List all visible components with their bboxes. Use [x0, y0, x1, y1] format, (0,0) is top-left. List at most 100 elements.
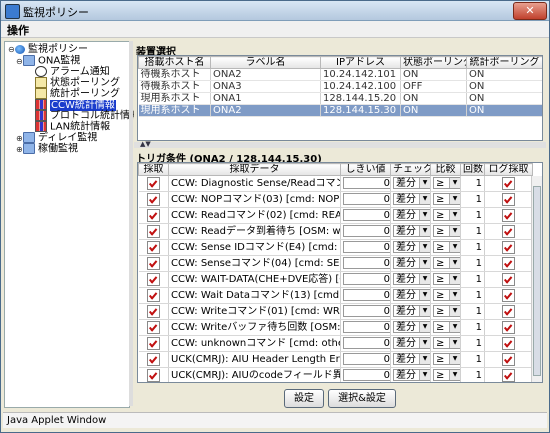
log-checkbox[interactable] — [502, 240, 515, 254]
check-select[interactable]: 差分 ▼ — [393, 369, 430, 381]
trigger-column-header[interactable]: ログ採取 — [484, 163, 533, 176]
tree-toggle-icon[interactable]: ⊖ — [16, 56, 23, 68]
collect-checkbox[interactable] — [146, 256, 160, 270]
chevron-down-icon[interactable]: ▼ — [449, 370, 460, 380]
check-select[interactable]: 差分 ▼ — [393, 209, 430, 221]
chevron-down-icon[interactable]: ▼ — [419, 178, 430, 188]
collect-checkbox[interactable] — [146, 240, 160, 254]
trigger-column-header[interactable]: しきい値 — [340, 163, 391, 176]
threshold-input[interactable]: 0 — [343, 193, 390, 205]
device-column-header[interactable]: IPアドレス — [320, 56, 401, 69]
compare-select[interactable]: ≥ ▼ — [433, 241, 460, 253]
collect-checkbox[interactable] — [146, 224, 160, 238]
chevron-down-icon[interactable]: ▼ — [449, 338, 460, 348]
threshold-input[interactable]: 0 — [343, 177, 390, 189]
chevron-down-icon[interactable]: ▼ — [449, 258, 460, 268]
compare-select[interactable]: ≥ ▼ — [433, 305, 460, 317]
threshold-input[interactable]: 0 — [343, 225, 390, 237]
chevron-down-icon[interactable]: ▼ — [419, 338, 430, 348]
set-button[interactable]: 設定 — [284, 389, 324, 408]
tree-toggle-icon[interactable]: ⊖ — [8, 44, 15, 56]
threshold-input[interactable]: 0 — [343, 273, 390, 285]
threshold-input[interactable]: 0 — [343, 305, 390, 317]
log-checkbox[interactable] — [502, 368, 515, 382]
threshold-input[interactable]: 0 — [343, 337, 390, 349]
collect-checkbox[interactable] — [146, 336, 160, 350]
device-column-header[interactable]: 搭載ホスト名 — [138, 56, 211, 69]
trigger-column-header[interactable]: 比較 — [430, 163, 461, 176]
scroll-thumb[interactable] — [533, 186, 541, 376]
table-row[interactable]: CCW: Readコマンド(02) [cmd: READ] 0 差分 ▼ ≥ ▼ 1 — [138, 207, 533, 224]
vertical-splitter[interactable] — [129, 41, 133, 406]
chevron-down-icon[interactable]: ▼ — [419, 274, 430, 284]
table-row[interactable]: CCW: Writeコマンド(01) [cmd: WRITE] 0 差分 ▼ ≥ ▼ 1 — [138, 303, 533, 320]
compare-select[interactable]: ≥ ▼ — [433, 353, 460, 365]
trigger-column-header[interactable]: チェック — [390, 163, 431, 176]
trigger-column-header[interactable]: 回数 — [460, 163, 485, 176]
collect-checkbox[interactable] — [146, 304, 160, 318]
compare-select[interactable]: ≥ ▼ — [433, 225, 460, 237]
chevron-down-icon[interactable]: ▼ — [419, 290, 430, 300]
collect-checkbox[interactable] — [146, 176, 160, 190]
chevron-down-icon[interactable]: ▼ — [449, 290, 460, 300]
log-checkbox[interactable] — [502, 192, 515, 206]
table-row[interactable]: CCW: Sense IDコマンド(E4) [cmd: SENSE...0差分▼… — [138, 239, 533, 256]
log-checkbox[interactable] — [502, 224, 515, 238]
chevron-down-icon[interactable]: ▼ — [449, 194, 460, 204]
check-select[interactable]: 差分 ▼ — [393, 321, 430, 333]
title-bar[interactable]: 監視ポリシー ✕ — [1, 1, 549, 21]
log-checkbox[interactable] — [502, 352, 515, 366]
check-select[interactable]: 差分 ▼ — [393, 193, 430, 205]
compare-select[interactable]: ≥ ▼ — [433, 209, 460, 221]
compare-select[interactable]: ≥ ▼ — [433, 193, 460, 205]
log-checkbox[interactable] — [502, 320, 515, 334]
check-select[interactable]: 差分 ▼ — [393, 225, 430, 237]
menu-operation[interactable]: 操作 — [7, 22, 29, 38]
table-row[interactable]: CCW: unknownコマンド [cmd: others] 0 差分 ▼ ≥ ▼ 1 — [138, 335, 533, 352]
collect-checkbox[interactable] — [146, 320, 160, 334]
device-column-header[interactable]: 状態ポーリング — [400, 56, 467, 69]
trigger-column-header[interactable]: 採取データ — [168, 163, 341, 176]
collect-checkbox[interactable] — [146, 288, 160, 302]
threshold-input[interactable]: 0 — [343, 257, 390, 269]
chevron-down-icon[interactable]: ▼ — [419, 194, 430, 204]
check-select[interactable]: 差分 ▼ — [393, 273, 430, 285]
log-checkbox[interactable] — [502, 272, 515, 286]
device-column-header[interactable]: 統計ポーリング — [466, 56, 542, 69]
chevron-down-icon[interactable]: ▼ — [419, 306, 430, 316]
compare-select[interactable]: ≥ ▼ — [433, 321, 460, 333]
table-row[interactable]: 現用系ホスト ONA2 128.144.15.30 ON ON — [138, 104, 542, 117]
chevron-down-icon[interactable]: ▼ — [449, 210, 460, 220]
threshold-input[interactable]: 0 — [343, 369, 390, 381]
table-row[interactable]: CCW: Writeバッファ待ち回数 [OSM: wait W...0差分▼≥▼… — [138, 319, 533, 336]
compare-select[interactable]: ≥ ▼ — [433, 289, 460, 301]
log-checkbox[interactable] — [502, 304, 515, 318]
chevron-down-icon[interactable]: ▼ — [449, 274, 460, 284]
log-checkbox[interactable] — [502, 288, 515, 302]
table-row[interactable]: 待機系ホスト ONA2 10.24.142.101 ON ON — [138, 68, 542, 81]
check-select[interactable]: 差分 ▼ — [393, 289, 430, 301]
table-row[interactable]: CCW: Readデータ到着待ち [OSM: wait REA...0差分▼≥▼… — [138, 223, 533, 240]
chevron-down-icon[interactable]: ▼ — [419, 242, 430, 252]
collect-checkbox[interactable] — [146, 368, 160, 382]
chevron-down-icon[interactable]: ▼ — [449, 242, 460, 252]
threshold-input[interactable]: 0 — [343, 289, 390, 301]
chevron-down-icon[interactable]: ▼ — [419, 258, 430, 268]
compare-select[interactable]: ≥ ▼ — [433, 273, 460, 285]
check-select[interactable]: 差分 ▼ — [393, 305, 430, 317]
chevron-down-icon[interactable]: ▼ — [419, 322, 430, 332]
collect-checkbox[interactable] — [146, 272, 160, 286]
chevron-down-icon[interactable]: ▼ — [419, 354, 430, 364]
select-and-set-button[interactable]: 選択&設定 — [328, 389, 396, 408]
check-select[interactable]: 差分 ▼ — [393, 337, 430, 349]
table-row[interactable]: UCK(CMRJ): AIUのcodeフィールド異常 [U...0差分▼≥▼1 — [138, 367, 533, 382]
tree-toggle-icon[interactable]: ⊕ — [16, 144, 23, 156]
collect-checkbox[interactable] — [146, 192, 160, 206]
chevron-down-icon[interactable]: ▼ — [449, 306, 460, 316]
device-column-header[interactable]: ラベル名 — [210, 56, 321, 69]
table-row[interactable]: CCW: Diagnostic Sense/Readコマンド (C4...0差分… — [138, 175, 533, 192]
check-select[interactable]: 差分 ▼ — [393, 241, 430, 253]
threshold-input[interactable]: 0 — [343, 353, 390, 365]
threshold-input[interactable]: 0 — [343, 209, 390, 221]
compare-select[interactable]: ≥ ▼ — [433, 369, 460, 381]
